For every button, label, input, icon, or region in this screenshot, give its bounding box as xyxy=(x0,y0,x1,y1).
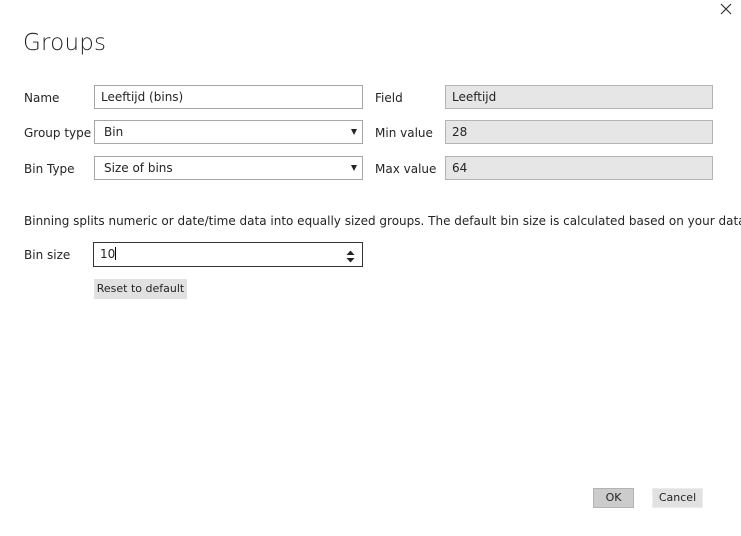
max-value-label: Max value xyxy=(375,162,437,176)
binning-description: Binning splits numeric or date/time data… xyxy=(24,214,741,228)
ok-button[interactable]: OK xyxy=(593,488,634,508)
bin-type-label: Bin Type xyxy=(24,162,75,176)
max-value: 64 xyxy=(445,156,713,180)
reset-to-default-button[interactable]: Reset to default xyxy=(94,279,187,299)
bin-type-value: Size of bins xyxy=(104,161,173,175)
bin-size-input[interactable]: 10 xyxy=(93,242,363,267)
close-icon[interactable] xyxy=(716,0,736,20)
text-caret xyxy=(115,247,117,260)
group-type-value: Bin xyxy=(104,125,124,139)
name-input[interactable]: Leeftijd (bins) xyxy=(94,85,363,109)
min-value-label: Min value xyxy=(375,126,433,140)
name-label: Name xyxy=(24,91,60,105)
bin-size-label: Bin size xyxy=(24,248,71,262)
chevron-down-icon xyxy=(351,165,357,171)
spin-arrows-icon[interactable] xyxy=(346,248,355,263)
min-value: 28 xyxy=(445,120,713,144)
field-label: Field xyxy=(375,91,403,105)
groups-dialog: Groups Name Leeftijd (bins) Group type B… xyxy=(0,0,741,536)
chevron-down-icon xyxy=(351,129,357,135)
bin-size-value: 10 xyxy=(100,247,116,261)
group-type-select[interactable]: Bin xyxy=(94,120,363,144)
bin-type-select[interactable]: Size of bins xyxy=(94,156,363,180)
dialog-title: Groups xyxy=(23,30,107,56)
field-value: Leeftijd xyxy=(445,85,713,109)
group-type-label: Group type xyxy=(24,126,92,140)
cancel-button[interactable]: Cancel xyxy=(652,488,703,508)
